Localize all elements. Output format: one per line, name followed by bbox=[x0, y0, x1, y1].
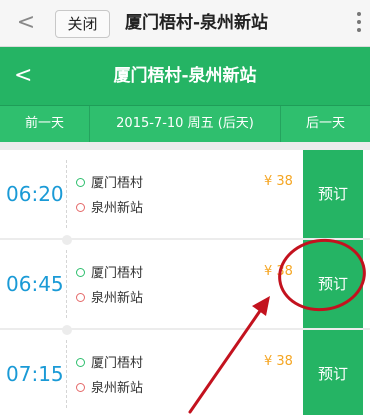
window-title: 厦门梧村-泉州新站 bbox=[125, 13, 269, 33]
close-button[interactable]: 关闭 bbox=[55, 10, 110, 38]
route-title: 厦门梧村-泉州新站 bbox=[113, 66, 257, 86]
back-icon[interactable]: < bbox=[12, 8, 40, 38]
current-date[interactable]: 2015-7-10 周五 (后天) bbox=[90, 106, 280, 142]
from-station: 厦门梧村 bbox=[76, 265, 143, 283]
ticket-notch bbox=[62, 325, 72, 335]
from-station: 厦门梧村 bbox=[76, 175, 143, 193]
price: ¥ 38 bbox=[264, 354, 293, 369]
divider bbox=[66, 340, 67, 408]
date-selector: 前一天 2015-7-10 周五 (后天) 后一天 bbox=[0, 105, 370, 142]
ticket-notch bbox=[62, 235, 72, 245]
price: ¥ 38 bbox=[264, 174, 293, 189]
trip-row[interactable]: 07:15 厦门梧村 泉州新站 ¥ 38 预订 bbox=[0, 330, 370, 415]
circle-green-icon bbox=[76, 178, 85, 187]
more-icon[interactable] bbox=[352, 8, 366, 38]
book-button[interactable]: 预订 bbox=[303, 150, 363, 238]
circle-red-icon bbox=[76, 383, 85, 392]
circle-red-icon bbox=[76, 203, 85, 212]
next-day-button[interactable]: 后一天 bbox=[280, 106, 370, 142]
prev-day-button[interactable]: 前一天 bbox=[0, 106, 90, 142]
to-station: 泉州新站 bbox=[76, 200, 143, 218]
to-station: 泉州新站 bbox=[76, 380, 143, 398]
route-header: 厦门梧村-泉州新站 < bbox=[0, 47, 370, 105]
circle-red-icon bbox=[76, 293, 85, 302]
chevron-left-icon[interactable]: < bbox=[14, 61, 34, 91]
divider bbox=[66, 160, 67, 228]
departure-time: 06:20 bbox=[6, 182, 64, 206]
departure-time: 07:15 bbox=[6, 362, 64, 386]
trip-row[interactable]: 06:20 厦门梧村 泉州新站 ¥ 38 预订 bbox=[0, 150, 370, 238]
departure-time: 06:45 bbox=[6, 272, 64, 296]
book-button[interactable]: 预订 bbox=[303, 330, 363, 415]
circle-green-icon bbox=[76, 358, 85, 367]
circle-green-icon bbox=[76, 268, 85, 277]
divider bbox=[66, 250, 67, 318]
wechat-title-bar: < 关闭 厦门梧村-泉州新站 bbox=[0, 0, 370, 47]
from-station: 厦门梧村 bbox=[76, 355, 143, 373]
to-station: 泉州新站 bbox=[76, 290, 143, 308]
